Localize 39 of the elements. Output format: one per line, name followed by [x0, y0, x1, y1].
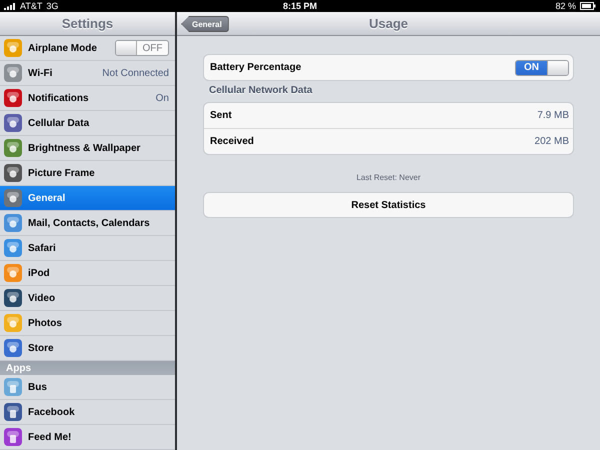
battery-percentage: 82 % [555, 1, 576, 11]
reset-statistics-button[interactable]: Reset Statistics [203, 192, 574, 218]
settings-item[interactable]: Photos [0, 311, 175, 336]
setting-label: Sent [210, 110, 232, 121]
toggle-switch[interactable]: OFF [115, 40, 169, 56]
settings-item[interactable]: General [0, 186, 175, 211]
app-item[interactable]: Feed Me! [0, 425, 175, 450]
network-label: 3G [46, 1, 58, 11]
settings-item[interactable]: Airplane Mode OFF [0, 36, 175, 61]
setting-value: 202 MB [534, 136, 569, 147]
signal-icon [4, 2, 16, 10]
carrier-label: AT&T [20, 1, 42, 11]
toggle-switch[interactable]: ON [515, 60, 569, 76]
section-title: Apps [6, 362, 31, 374]
settings-item[interactable]: Brightness & Wallpaper [0, 136, 175, 161]
battery-icon [580, 2, 596, 10]
footer-note: Last Reset: Never [355, 172, 422, 184]
settings-item[interactable]: Cellular Data [0, 111, 175, 136]
setting-label: Received [210, 136, 254, 147]
settings-item[interactable]: Safari [0, 236, 175, 261]
settings-item[interactable]: Notifications On [0, 86, 175, 111]
app-icon [4, 378, 22, 396]
setting-value: On [156, 92, 169, 104]
setting-value: 7.9 MB [537, 110, 569, 121]
settings-item[interactable]: Wi-Fi Not Connected [0, 61, 175, 86]
settings-item[interactable]: iPod [0, 261, 175, 286]
app-icon [4, 403, 22, 421]
setting-value: Not Connected [102, 68, 169, 78]
app-item[interactable]: Bus [0, 375, 175, 400]
app-item[interactable]: Facebook [0, 400, 175, 425]
setting-label: Battery Percentage [210, 62, 302, 73]
settings-item[interactable]: Mail, Contacts, Calendars [0, 211, 175, 236]
page-title: Usage [368, 16, 408, 31]
app-icon [4, 428, 22, 446]
sidebar-title: Settings [62, 16, 114, 31]
section-title: Cellular Network Data [208, 84, 314, 98]
back-button[interactable]: General [181, 16, 229, 32]
settings-item[interactable]: Video [0, 286, 175, 311]
clock: 8:15 PM [283, 1, 317, 11]
